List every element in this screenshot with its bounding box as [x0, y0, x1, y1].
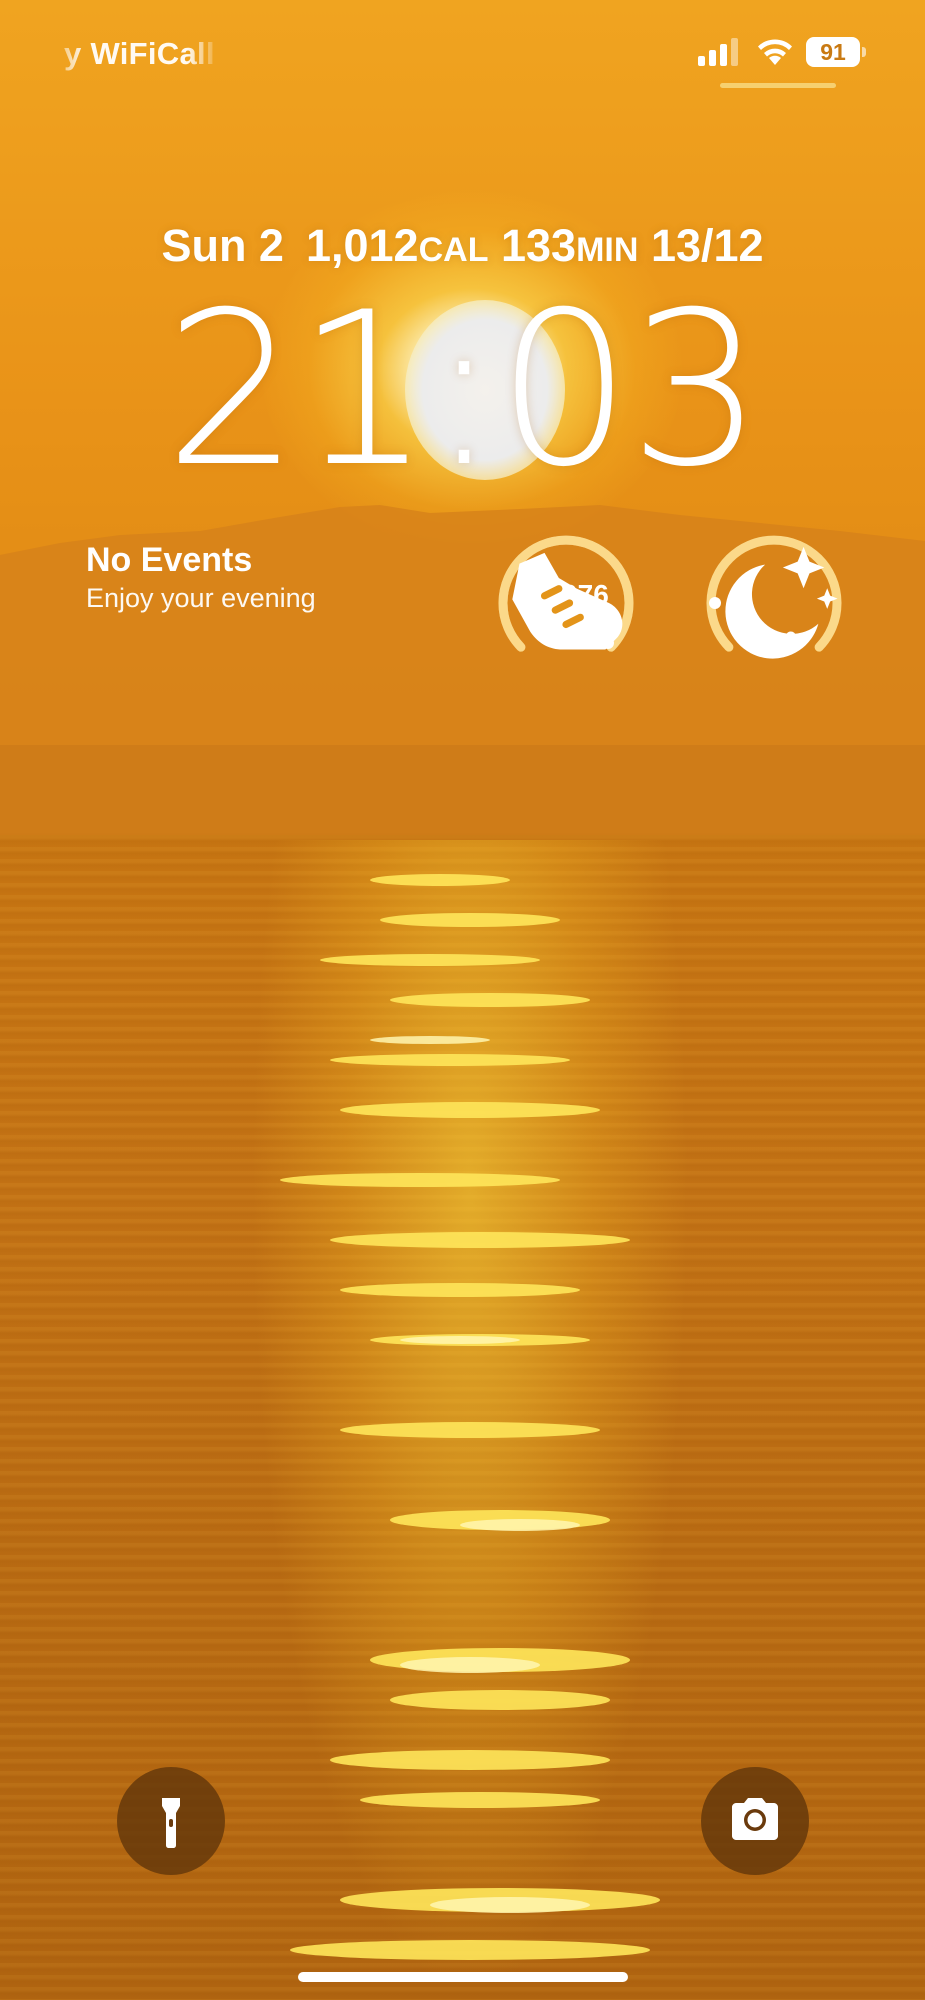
camera-button[interactable] — [701, 1767, 809, 1875]
status-underline[interactable] — [720, 83, 836, 88]
battery-level: 91 — [806, 37, 860, 67]
calendar-widget[interactable]: No Events Enjoy your evening — [86, 539, 466, 615]
date-label: Sun 2 — [161, 220, 284, 271]
flashlight-icon — [162, 1798, 180, 1848]
calories-value: 1,012 — [305, 220, 419, 271]
carrier-label: y WiFiCall — [64, 36, 214, 71]
status-bar: y WiFiCall 91 — [0, 0, 925, 100]
temperature-value: 11° — [750, 625, 798, 661]
weather-widget[interactable]: 11° — [706, 535, 842, 671]
shoe-icon — [512, 552, 623, 650]
wifi-icon — [758, 39, 792, 65]
battery-indicator: 91 — [806, 37, 866, 67]
camera-icon — [732, 1798, 778, 1840]
home-indicator[interactable] — [298, 1972, 628, 1982]
minutes-value: 133 — [501, 220, 577, 271]
cellular-signal-icon — [698, 38, 738, 66]
events-title: No Events — [86, 541, 253, 579]
events-subtitle: Enjoy your evening — [86, 583, 316, 613]
battery-cap — [862, 47, 866, 57]
lock-screen-info-line[interactable]: Sun 2 1,012CAL 133MIN 13/12 — [0, 220, 925, 272]
lock-screen-clock[interactable]: 21:03 — [0, 280, 925, 500]
steps-widget[interactable]: 15,076 — [498, 535, 634, 671]
minutes-unit: MIN — [576, 231, 639, 269]
calories-unit: CAL — [418, 231, 489, 269]
stand-value: 13/12 — [650, 220, 764, 271]
flashlight-button[interactable] — [117, 1767, 225, 1875]
